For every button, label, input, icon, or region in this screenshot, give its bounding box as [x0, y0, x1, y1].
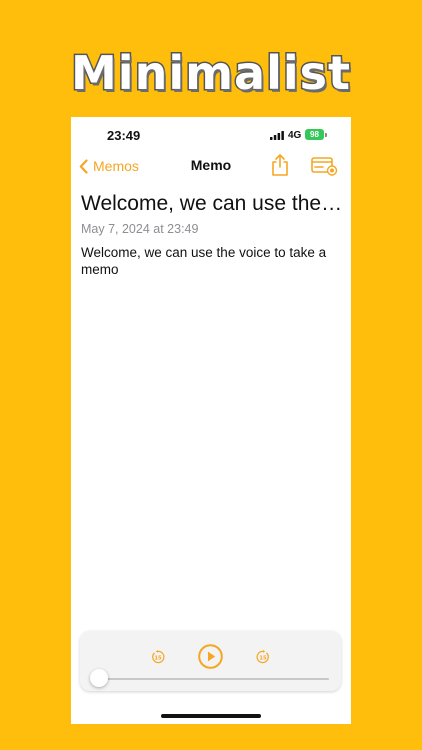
reader-mode-icon — [311, 157, 338, 176]
home-indicator[interactable] — [161, 714, 261, 718]
chevron-left-icon — [79, 158, 88, 174]
back-button[interactable]: Memos — [79, 155, 139, 177]
back-button-label: Memos — [93, 158, 139, 174]
play-button[interactable] — [198, 644, 223, 669]
status-time: 23:49 — [107, 128, 141, 143]
skip-back-button[interactable]: 15 — [151, 650, 165, 664]
play-icon — [198, 644, 223, 669]
battery-icon: 98 — [305, 129, 327, 141]
network-type: 4G — [288, 130, 302, 141]
battery-tip — [325, 133, 327, 137]
skip-forward-button[interactable]: 15 — [256, 650, 270, 664]
reader-mode-button[interactable] — [311, 155, 338, 177]
battery-level: 98 — [305, 129, 324, 140]
progress-slider-thumb[interactable] — [90, 669, 108, 687]
memo-title: Welcome, we can use the voice to take a … — [81, 192, 343, 215]
audio-player: 15 15 — [80, 631, 341, 691]
memo-body[interactable]: Welcome, we can use the voice to take a … — [81, 244, 331, 278]
skip-forward-seconds: 15 — [259, 655, 267, 661]
skip-back-15-icon: 15 — [152, 650, 165, 664]
phone-screen: 23:49 4G 98 Memos Memo Welcome, we can u… — [71, 117, 351, 724]
skip-back-seconds: 15 — [154, 655, 162, 661]
cellular-signal-icon — [270, 131, 284, 140]
navigation-bar: Memos Memo — [71, 153, 351, 179]
skip-forward-15-icon: 15 — [256, 650, 269, 664]
memo-date: May 7, 2024 at 23:49 — [81, 222, 199, 236]
progress-track[interactable] — [100, 678, 329, 680]
status-bar: 23:49 4G 98 — [71, 117, 351, 153]
promo-title: Minimalist — [70, 45, 352, 102]
share-button[interactable] — [269, 153, 291, 177]
share-icon — [272, 154, 288, 176]
